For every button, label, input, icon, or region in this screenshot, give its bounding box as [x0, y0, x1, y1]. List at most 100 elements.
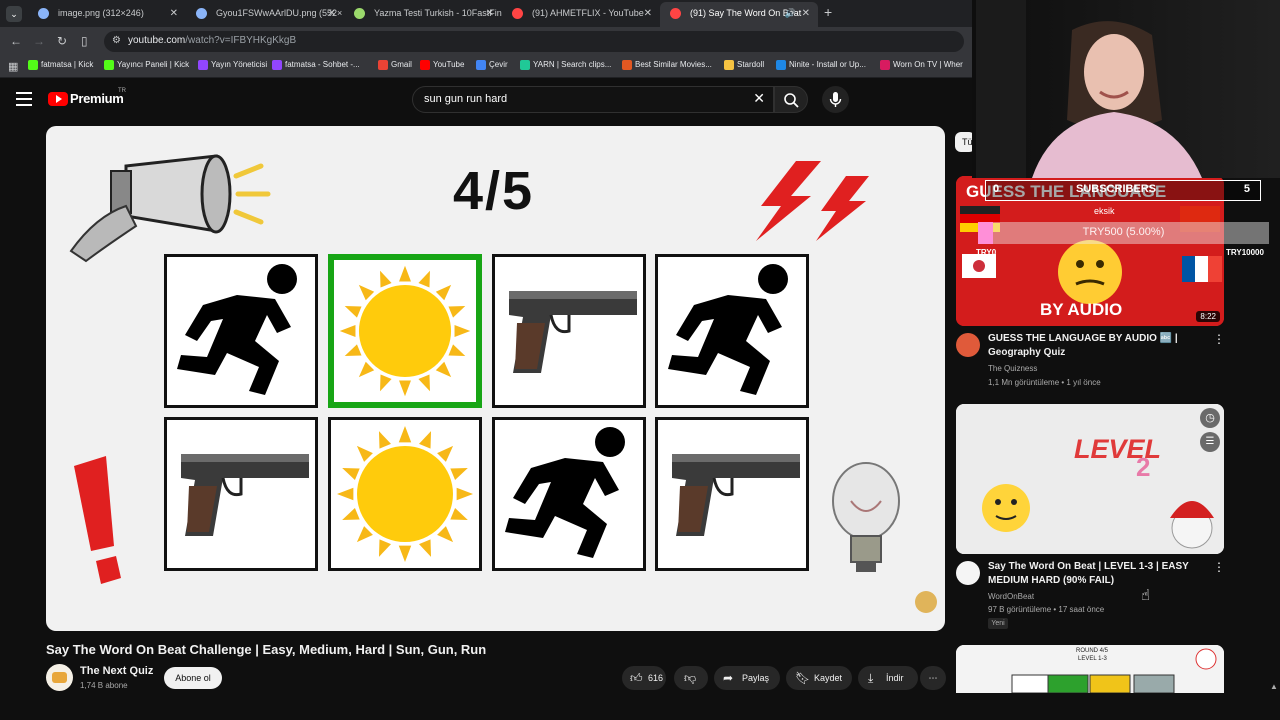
related-video-channel[interactable]: The Quizness [988, 364, 1037, 373]
reload-icon[interactable]: ↻ [57, 34, 67, 48]
tab-title: image.png (312×246) [58, 8, 144, 18]
region-code: TR [118, 88, 126, 94]
subscribe-button[interactable]: Abone ol [164, 667, 222, 689]
browser-tab[interactable]: Yazma Testi Turkish - 10FastFing ✕ [344, 2, 502, 27]
channel-name[interactable]: The Next Quiz [80, 665, 153, 677]
bookmark-item[interactable]: Ninite - Install or Up... [776, 60, 866, 70]
close-tab-icon[interactable]: ✕ [644, 2, 652, 25]
close-tab-icon[interactable]: ✕ [802, 2, 810, 25]
related-video-title[interactable]: Say The Word On Beat | LEVEL 1-3 | EASY … [988, 560, 1198, 588]
bookmark-label: fatmatsa - Sohbet -... [285, 60, 360, 69]
close-tab-icon[interactable]: ✕ [170, 2, 178, 25]
bookmark-favicon-icon [724, 60, 734, 70]
browser-tab[interactable]: (91) AHMETFLIX - YouTube ✕ [502, 2, 660, 27]
channel-avatar[interactable] [46, 664, 73, 691]
browser-tab[interactable]: Gyou1FSWwAArlDU.png (552× ✕ [186, 2, 344, 27]
thumbnail-art [956, 404, 1224, 554]
add-to-queue-icon[interactable]: ☰ [1200, 432, 1220, 452]
voice-search-button[interactable] [822, 86, 849, 113]
back-icon[interactable]: ← [10, 34, 22, 48]
bookmark-item[interactable]: YARN | Search clips... [520, 60, 611, 70]
thumbnail-text-bottom: LEVEL 1-3 [1078, 656, 1107, 662]
youtube-header: Premium TR sun gun run hard ✕ [0, 78, 972, 122]
clear-search-icon[interactable]: ✕ [753, 90, 765, 107]
search-query: sun gun run hard [424, 93, 508, 105]
megaphone-icon [69, 154, 271, 263]
bookmark-favicon-icon [104, 60, 114, 70]
speaker-icon[interactable]: 🔊 [785, 2, 796, 25]
new-tab-button[interactable]: + [824, 4, 832, 20]
bookmark-label: YouTube [433, 60, 465, 69]
channel-watermark-icon [915, 591, 937, 613]
browser-tab[interactable]: image.png (312×246) ✕ [28, 2, 186, 27]
thumbs-up-icon: 👍︎ [630, 671, 643, 685]
bookmark-favicon-icon [880, 60, 890, 70]
dislike-button[interactable]: 👎︎ [674, 666, 708, 690]
related-video-thumbnail[interactable]: ROUND 4/5 LEVEL 1-3 [956, 645, 1224, 693]
youtube-favicon-icon [512, 8, 523, 19]
related-video-thumbnail[interactable]: LEVEL 2 ◷ ☰ [956, 404, 1224, 554]
more-vertical-icon[interactable]: ⋮ [1213, 560, 1225, 574]
gun-icon [658, 420, 806, 568]
quiz-cell-gun [164, 417, 318, 571]
bookmark-item[interactable]: YouTube [420, 60, 465, 70]
save-button[interactable]: 🔖︎ Kaydet [786, 666, 852, 690]
channel-avatar[interactable] [956, 333, 980, 357]
thumbs-down-icon: 👎︎ [684, 671, 697, 685]
lightning-icon [756, 161, 869, 241]
round-score: 4/5 [453, 161, 535, 221]
bookmark-favicon-icon [476, 60, 486, 70]
channel-avatar[interactable] [956, 561, 980, 585]
watch-later-icon[interactable]: ◷ [1200, 408, 1220, 428]
bookmark-favicon-icon [776, 60, 786, 70]
page-favicon-icon [38, 8, 49, 19]
streamer-webcam-image [972, 0, 1280, 178]
youtube-logo-icon[interactable] [48, 92, 68, 106]
bookmark-label: Gmail [391, 60, 412, 69]
more-actions-button[interactable]: ⋯ [920, 666, 946, 690]
bookmark-label: Yayın Yöneticisi [211, 60, 268, 69]
bookmark-item[interactable]: Gmail [378, 60, 412, 70]
share-button[interactable]: ➦ Paylaş [714, 666, 780, 690]
bookmark-item[interactable]: Worn On TV | Wher [880, 60, 963, 70]
bookmark-item[interactable]: Stardoll [724, 60, 764, 70]
quiz-cell-run [164, 254, 318, 408]
browser-tab-active[interactable]: (91) Say The Word On Beat 🔊 ✕ [660, 2, 818, 27]
bookmark-label: Çevir [489, 60, 508, 69]
quiz-cell-sun [328, 417, 482, 571]
microphone-icon [829, 92, 842, 107]
bookmark-item[interactable]: Yayıncı Paneli | Kick [104, 60, 189, 70]
apps-grid-icon[interactable]: ▦ [8, 60, 20, 73]
video-player[interactable]: 4/5 [46, 126, 945, 631]
search-icon [784, 93, 799, 108]
site-info-icon[interactable]: ⚙ [112, 35, 121, 46]
close-tab-icon[interactable]: ✕ [328, 2, 336, 25]
side-panel-icon[interactable]: ▯ [81, 34, 88, 48]
download-button[interactable]: ⤓ İndir [858, 666, 918, 690]
sun-icon [334, 260, 476, 402]
close-tab-icon[interactable]: ✕ [486, 2, 494, 25]
like-button[interactable]: 👍︎ 616 [622, 666, 666, 690]
more-vertical-icon[interactable]: ⋮ [1213, 332, 1225, 346]
bookmark-favicon-icon [520, 60, 530, 70]
donation-progress-text: TRY500 (5.00%) [1082, 226, 1165, 238]
scroll-down-icon[interactable]: ▲ [1270, 682, 1278, 691]
search-button[interactable] [774, 86, 808, 113]
subscriber-goal-label: SUBSCRIBERS [1076, 183, 1157, 195]
bookmark-item[interactable]: Yayın Yöneticisi [198, 60, 268, 70]
related-video-channel[interactable]: WordOnBeat [988, 592, 1034, 601]
forward-icon[interactable]: → [33, 34, 45, 48]
search-input[interactable]: sun gun run hard ✕ [412, 86, 774, 113]
bookmark-label: Best Similar Movies... [635, 60, 712, 69]
menu-icon[interactable] [16, 92, 32, 106]
bookmark-item[interactable]: Best Similar Movies... [622, 60, 712, 70]
bookmark-item[interactable]: Çevir [476, 60, 508, 70]
tab-search-icon[interactable]: ⌄ [6, 6, 22, 22]
url-field[interactable]: ⚙ youtube.com/watch?v=IFBYHKgKkgB [104, 31, 964, 52]
bookmark-item[interactable]: fatmatsa - Sohbet -... [272, 60, 360, 70]
youtube-premium-logo[interactable]: Premium [70, 91, 124, 106]
thumbnail-text-bottom: 2 [1136, 452, 1151, 482]
share-label: Paylaş [742, 673, 770, 683]
related-video-title[interactable]: GUESS THE LANGUAGE BY AUDIO 🔤 | Geograph… [988, 332, 1198, 360]
bookmark-item[interactable]: fatmatsa | Kick [28, 60, 93, 70]
